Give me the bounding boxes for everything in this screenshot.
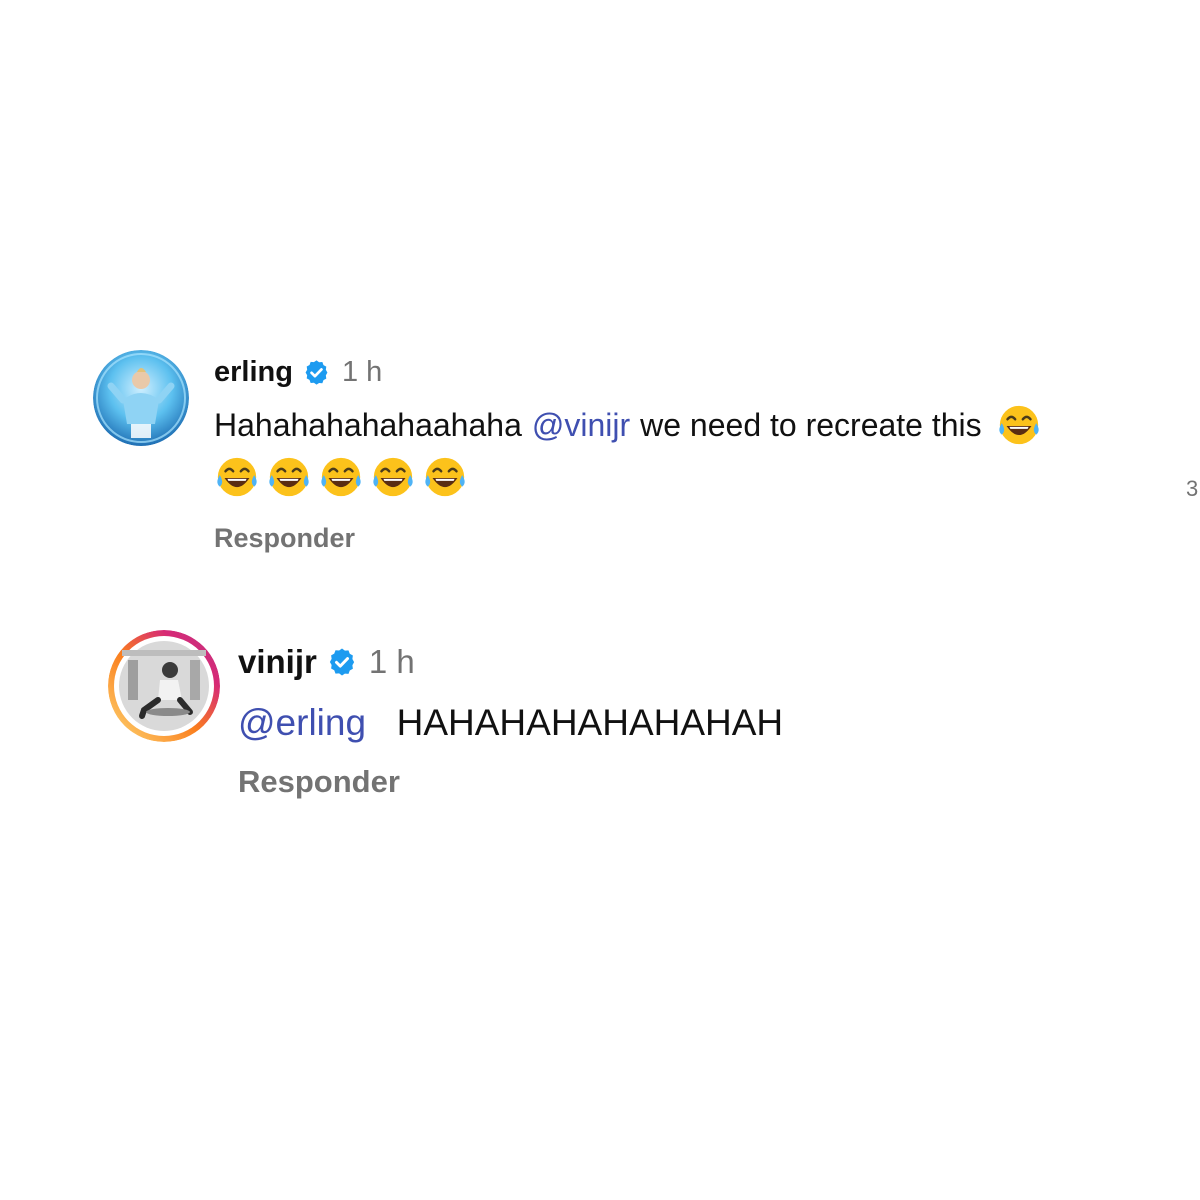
laughing-emoji-icon bbox=[996, 402, 1042, 448]
comment-body-erling: erling 1 h Hahahahahahaahaha @vinijr we … bbox=[214, 350, 1042, 556]
reply-button[interactable]: Responder bbox=[214, 520, 1042, 556]
reply-button[interactable]: Responder bbox=[238, 762, 783, 802]
emoji-row bbox=[214, 454, 1042, 500]
avatar-erling[interactable] bbox=[93, 350, 189, 446]
like-count[interactable]: 3 bbox=[1186, 476, 1198, 502]
comment-header: vinijr 1 h bbox=[238, 640, 783, 684]
comment-text: Hahahahahahaahaha @vinijr we need to rec… bbox=[214, 402, 1042, 448]
verified-badge-icon bbox=[327, 647, 357, 677]
comment-text: @erling HAHAHAHAHAHAHAH bbox=[238, 698, 783, 748]
username[interactable]: erling bbox=[214, 356, 293, 389]
mention-link[interactable]: @vinijr bbox=[532, 403, 630, 447]
laughing-emoji-icon bbox=[214, 454, 260, 500]
mention-link[interactable]: @erling bbox=[238, 702, 366, 743]
verified-badge-icon bbox=[303, 359, 330, 386]
laughing-emoji-icon bbox=[266, 454, 312, 500]
laughing-emoji-icon bbox=[318, 454, 364, 500]
comment-header: erling 1 h bbox=[214, 350, 1042, 394]
comment-erling: erling 1 h Hahahahahahaahaha @vinijr we … bbox=[0, 350, 1200, 553]
laughing-emoji-icon bbox=[370, 454, 416, 500]
comment-body-vinijr: vinijr 1 h @erling HAHAHAHAHAHAHAH Respo… bbox=[238, 640, 783, 802]
laughing-emoji-icon bbox=[422, 454, 468, 500]
username[interactable]: vinijr bbox=[238, 643, 317, 681]
comment-vinijr: vinijr 1 h @erling HAHAHAHAHAHAHAH Respo… bbox=[0, 630, 1200, 810]
comment-text-end: we need to recreate this bbox=[640, 407, 982, 443]
comment-text-end: HAHAHAHAHAHAHAH bbox=[396, 702, 784, 743]
avatar-vinijr[interactable] bbox=[108, 630, 220, 742]
timestamp: 1 h bbox=[368, 643, 415, 680]
comment-text-start: Hahahahahahaahaha bbox=[214, 407, 522, 443]
timestamp: 1 h bbox=[341, 355, 383, 388]
